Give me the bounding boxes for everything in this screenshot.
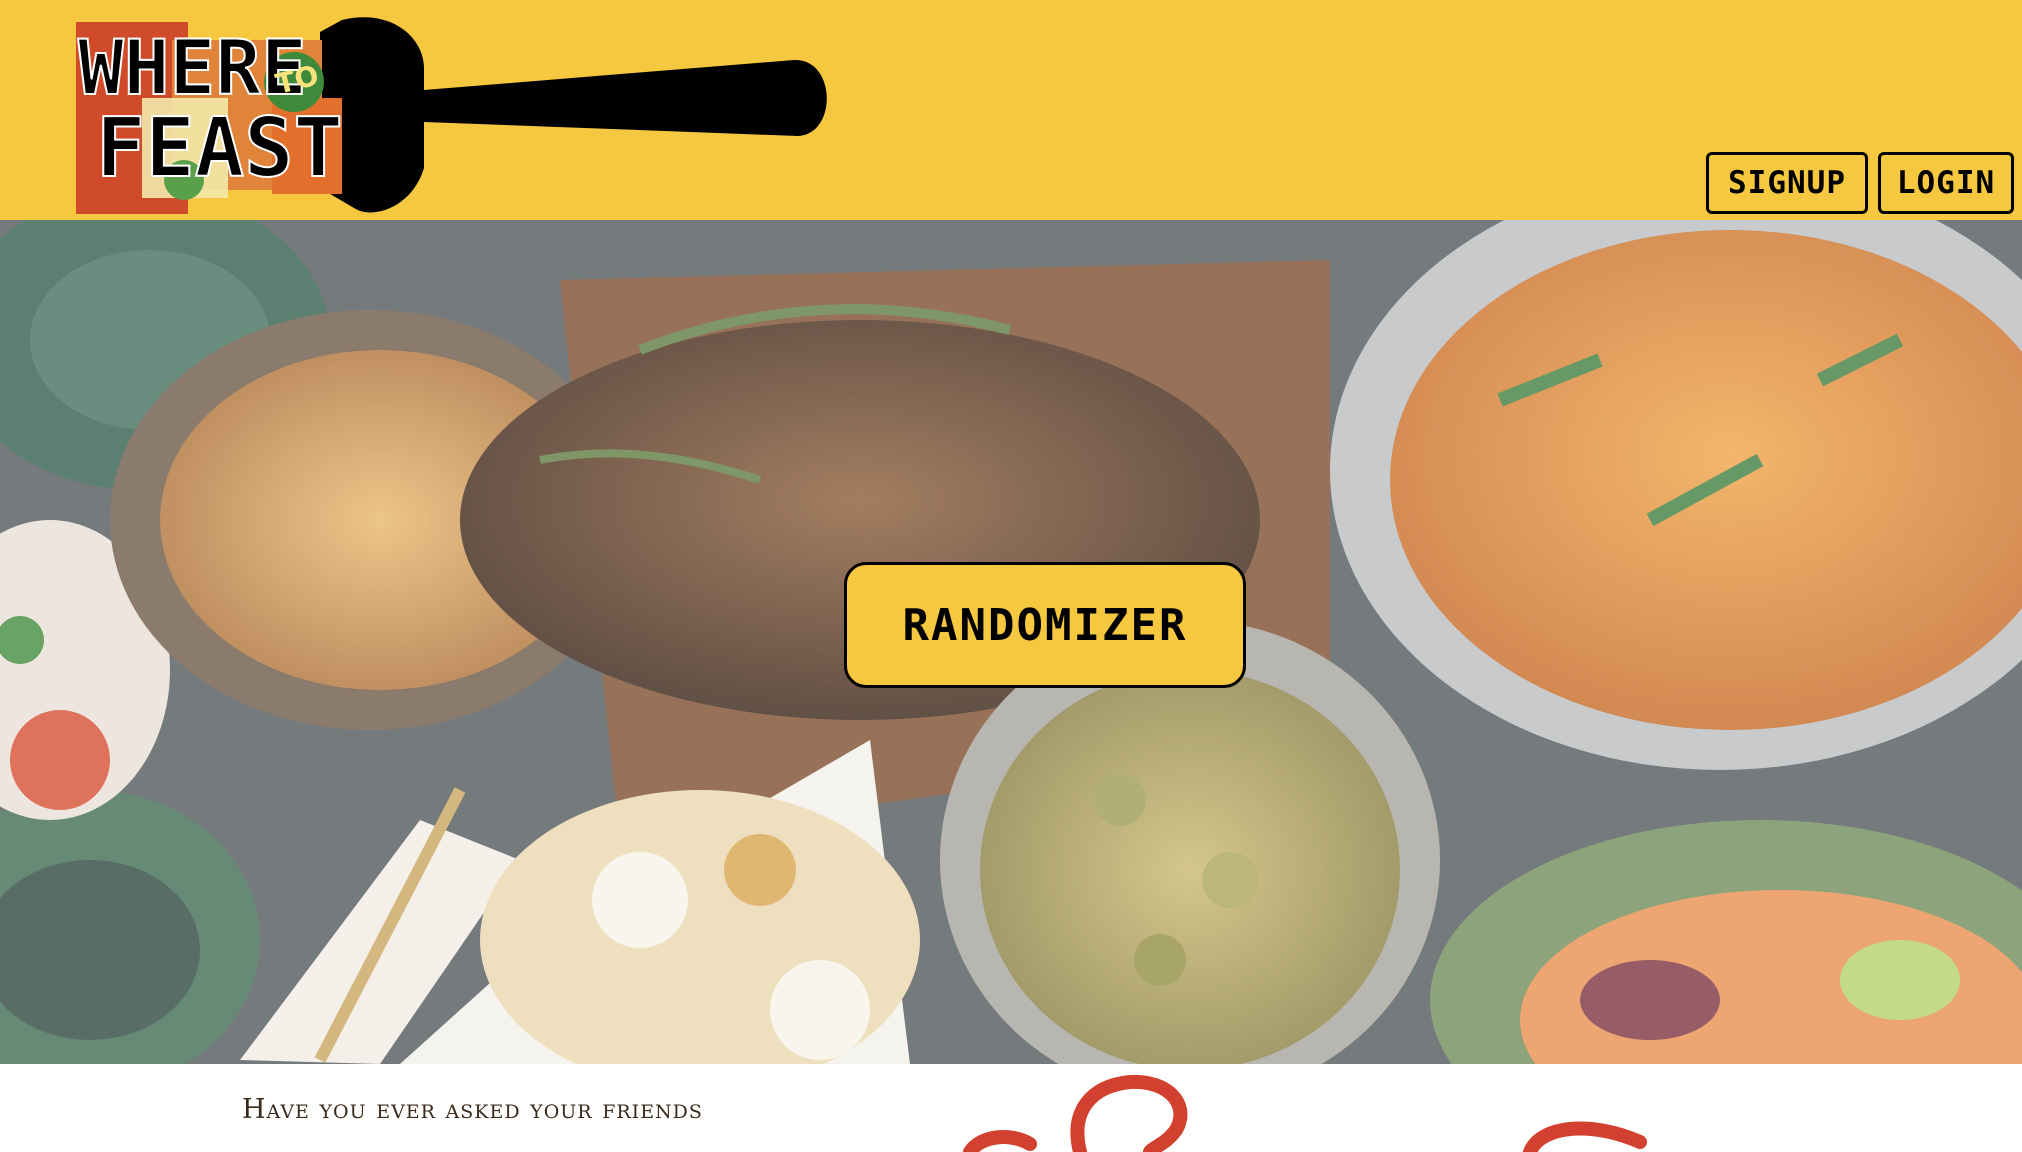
site-header: WHERE TO FEAST SIGNUP LOGIN <box>0 0 2022 220</box>
logo[interactable]: WHERE TO FEAST <box>72 8 832 214</box>
logo-line1: WHERE <box>78 23 307 112</box>
randomizer-button[interactable]: RANDOMIZER <box>844 562 1246 688</box>
login-button[interactable]: LOGIN <box>1878 152 2014 214</box>
signup-button[interactable]: SIGNUP <box>1706 152 1868 214</box>
auth-nav: SIGNUP LOGIN <box>1706 152 2014 214</box>
logo-line2: FEAST <box>96 101 343 196</box>
fork-icon: WHERE TO FEAST <box>76 17 827 214</box>
question-mark-icon <box>940 1072 1700 1152</box>
hero-banner: RANDOMIZER <box>0 220 2022 1064</box>
intro-text: Have you ever asked your friends <box>242 1094 703 1125</box>
intro-section: Have you ever asked your friends <box>0 1064 2022 1152</box>
